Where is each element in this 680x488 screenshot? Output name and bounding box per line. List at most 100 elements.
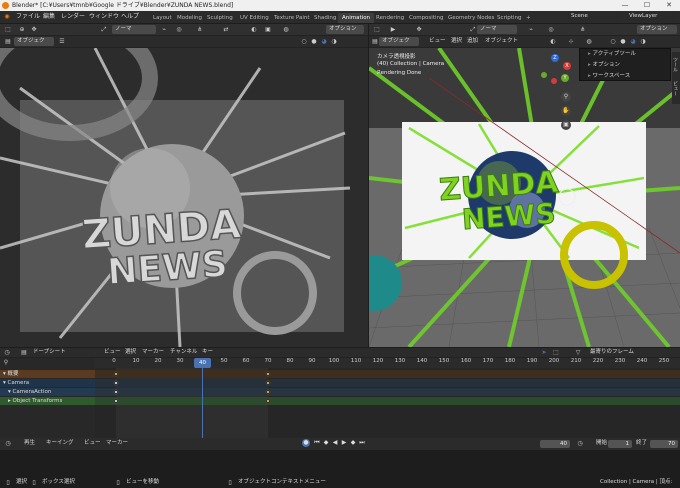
next-keyframe-icon[interactable]: ◆ <box>349 439 357 447</box>
tab-layout[interactable]: Layout <box>149 13 176 23</box>
clock-icon[interactable]: ◷ <box>576 440 584 448</box>
tab-animation[interactable]: Animation <box>338 13 375 23</box>
navigation-gizmo[interactable]: Z X Y <box>537 52 575 86</box>
gizmo-icon-right[interactable]: ⊹ <box>567 38 575 46</box>
current-frame-indicator[interactable]: 40 <box>194 358 211 368</box>
popup-item-options[interactable]: ▸ オプション <box>580 60 670 71</box>
jump-start-icon[interactable]: ⏮ <box>313 439 321 447</box>
tab-rendering[interactable]: Rendering <box>372 13 408 23</box>
left-3d-viewport[interactable]: ZUNDA NEWS <box>0 48 368 347</box>
overlay-icon-right[interactable]: ◍ <box>585 38 593 46</box>
menu-edit[interactable]: 編集 <box>43 11 55 23</box>
close-button[interactable]: ✕ <box>658 0 680 11</box>
menu-help[interactable]: ヘルプ <box>121 11 139 23</box>
view-icon-right[interactable]: ⤢ <box>469 26 477 34</box>
dopesheet-menu-channel[interactable]: チャンネル <box>170 348 197 357</box>
overlay-icon[interactable]: ◍ <box>282 26 290 34</box>
axis-z-button[interactable]: Z <box>551 54 559 62</box>
shading-wire-icon-right[interactable]: ○ <box>609 38 617 46</box>
maximize-button[interactable]: ☐ <box>636 0 658 11</box>
pivot-icon[interactable]: ⊕ <box>18 26 26 34</box>
sidebar-tab-tool[interactable]: ツール <box>672 52 679 76</box>
proportional-icon[interactable]: ◎ <box>175 26 183 34</box>
keying-menu[interactable]: キーイング <box>46 439 74 448</box>
axis-x-button[interactable]: X <box>563 62 571 70</box>
magnet-icon-right[interactable]: ⋔ <box>579 26 587 34</box>
camera-view-icon[interactable]: ▶ <box>389 26 397 34</box>
blender-menu-icon[interactable]: ◉ <box>3 13 11 21</box>
menu-render[interactable]: レンダー <box>61 11 85 23</box>
dopesheet-menu-view[interactable]: ビュー <box>104 348 121 357</box>
play-icon[interactable]: ▶ <box>340 439 348 447</box>
dopesheet-mode-icon[interactable]: ▤ <box>20 349 28 357</box>
add-workspace-button[interactable]: + <box>522 13 535 23</box>
dopesheet-menu-marker[interactable]: マーカー <box>142 348 164 357</box>
tab-scripting[interactable]: Scripting <box>493 13 525 23</box>
marker-menu[interactable]: マーカー <box>106 439 128 448</box>
snap-icon[interactable]: ⌁ <box>160 26 168 34</box>
magnet-icon[interactable]: ⋔ <box>196 26 204 34</box>
shading-rendered-icon-right[interactable]: ◑ <box>639 38 647 46</box>
dopesheet-menu-select[interactable]: 選択 <box>125 348 136 357</box>
snap-icon-right[interactable]: ⌁ <box>527 26 535 34</box>
sidebar-tab-view[interactable]: ビュー <box>672 76 679 100</box>
current-frame-field[interactable]: 40 <box>540 440 570 448</box>
mode-dropdown-right[interactable]: オブジェク <box>379 37 419 46</box>
proportional-icon-right[interactable]: ◎ <box>547 26 555 34</box>
snap-frame-label[interactable]: 最寄りのフレーム <box>590 348 634 357</box>
menu-select-right[interactable]: 選択 <box>451 37 462 46</box>
tab-uv-editing[interactable]: UV Editing <box>236 13 273 23</box>
minimize-button[interactable]: — <box>614 0 636 11</box>
play-reverse-icon[interactable]: ◀ <box>331 439 339 447</box>
channel-object-transforms[interactable]: ▸ Object Transforms <box>0 397 95 405</box>
right-3d-viewport[interactable]: ZUNDA NEWS カメラ透視投影 (40) Collection | Cam… <box>369 48 680 347</box>
scene-selector[interactable]: Scene <box>568 12 622 21</box>
options-dropdown-right[interactable]: オプション <box>637 25 677 34</box>
channel-summary[interactable]: ▾ 概要 <box>0 370 95 378</box>
playhead-line[interactable] <box>202 358 203 442</box>
dopesheet-area[interactable]: ⚲ ▾ 概要 ▾ Camera ▾ CameraAction ▸ Object … <box>0 358 680 450</box>
pan-hand-icon[interactable]: ✋ <box>561 106 571 116</box>
popup-item-workspace[interactable]: ▸ ワークスペース <box>580 71 670 82</box>
zoom-icon[interactable]: ⚲ <box>561 92 571 102</box>
shading-solid-icon-right[interactable]: ● <box>619 38 627 46</box>
tab-modeling[interactable]: Modeling <box>173 13 206 23</box>
channel-transforms-expand[interactable]: ▸ <box>8 398 11 404</box>
cursor-icon-right[interactable]: ✥ <box>415 26 423 34</box>
channel-action-expand[interactable]: ▾ <box>8 389 11 395</box>
end-frame-field[interactable]: 70 <box>650 440 678 448</box>
mirror-icon[interactable]: ⇄ <box>222 26 230 34</box>
channel-camera[interactable]: ▾ Camera <box>0 379 95 387</box>
keyframe-area[interactable]: 0 10 20 30 50 60 70 80 90 100 110 120 13… <box>95 358 680 442</box>
axis-neg-x-icon[interactable] <box>551 78 557 84</box>
visibility-icon[interactable]: ◐ <box>250 26 258 34</box>
shading-rendered-icon[interactable]: ◑ <box>330 38 338 46</box>
axis-neg-y-icon[interactable] <box>541 72 547 78</box>
select-box-icon[interactable]: ⬚ <box>552 349 560 357</box>
camera-toggle-icon[interactable]: ▣ <box>561 120 571 130</box>
channel-camera-expand[interactable]: ▾ <box>3 380 6 386</box>
mode-dropdown-left[interactable]: オブジェク <box>14 37 54 46</box>
popup-item-active-tool[interactable]: ▸ アクティブツール <box>580 49 670 60</box>
options-dropdown-left[interactable]: オプション <box>326 25 364 34</box>
prev-keyframe-icon[interactable]: ◆ <box>322 439 330 447</box>
channel-camera-action[interactable]: ▾ CameraAction <box>0 388 95 396</box>
dopesheet-editor-icon[interactable]: ◷ <box>3 349 11 357</box>
tab-sculpting[interactable]: Sculpting <box>203 13 237 23</box>
orientation-dropdown-right[interactable]: ノーマ <box>477 25 517 34</box>
menu-view-right[interactable]: ビュー <box>429 37 446 46</box>
start-frame-field[interactable]: 1 <box>608 440 632 448</box>
shading-wire-icon[interactable]: ○ <box>300 38 308 46</box>
timeline-editor-icon[interactable]: ◷ <box>4 440 12 448</box>
dopesheet-menu-key[interactable]: キー <box>202 348 213 357</box>
tab-geometry-nodes[interactable]: Geometry Nodes <box>444 13 498 23</box>
menu-object-right[interactable]: オブジェクト <box>485 37 518 46</box>
shading-material-icon-right[interactable]: ◕ <box>629 38 637 46</box>
tab-texture-paint[interactable]: Texture Paint <box>270 13 314 23</box>
cursor-icon[interactable]: ✥ <box>30 26 38 34</box>
select-arrow-icon[interactable]: ➤ <box>540 349 548 357</box>
playback-menu[interactable]: 再生 <box>24 439 35 448</box>
visibility-icon-right[interactable]: ◐ <box>549 38 557 46</box>
channel-summary-expand[interactable]: ▾ <box>3 371 6 377</box>
editor-type-icon[interactable]: ⬚ <box>4 26 12 34</box>
